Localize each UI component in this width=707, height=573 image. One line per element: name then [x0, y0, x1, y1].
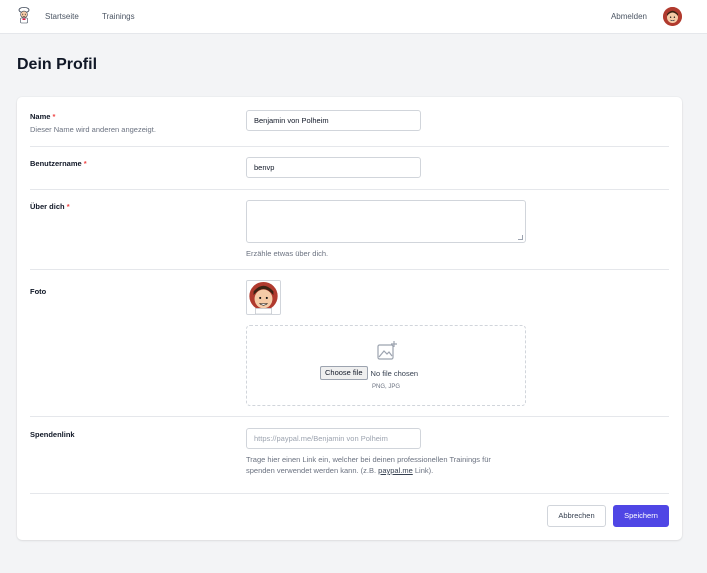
photo-label: Foto [30, 287, 47, 296]
username-label: Benutzername * [30, 159, 87, 168]
chef-mascot-icon[interactable] [17, 7, 31, 25]
choose-file-button[interactable]: Choose file [320, 366, 368, 380]
about-textarea[interactable] [246, 200, 526, 243]
photo-dropzone[interactable]: Choose file No file chosen PNG, JPG [246, 325, 526, 406]
file-input: Choose file No file chosen [320, 366, 418, 380]
row-divider [30, 493, 669, 494]
file-status-text: No file chosen [370, 368, 419, 378]
row-divider [30, 146, 669, 147]
required-marker: * [83, 159, 87, 168]
save-button[interactable]: Speichern [613, 505, 669, 527]
user-avatar-icon[interactable] [663, 7, 682, 26]
nav-link-home[interactable]: Startseite [45, 12, 79, 21]
name-field[interactable]: Benjamin von Polheim [246, 110, 421, 131]
top-navigation-bar: Startseite Trainings Abmelden [0, 0, 707, 34]
about-help-text: Erzähle etwas über dich. [246, 249, 329, 258]
row-divider [30, 416, 669, 417]
file-types-hint: PNG, JPG [371, 384, 400, 390]
name-label: Name * [30, 112, 56, 121]
logout-link[interactable]: Abmelden [611, 12, 647, 21]
required-marker: * [52, 112, 56, 121]
nav-link-trainings[interactable]: Trainings [102, 12, 135, 21]
name-description: Dieser Name wird anderen angezeigt. [30, 125, 156, 134]
donation-help-text: Trage hier einen Link ein, welcher bei d… [246, 455, 491, 475]
username-field[interactable]: benvp [246, 157, 421, 178]
profile-photo-preview [246, 280, 281, 315]
paypal-link[interactable]: paypal.me [378, 466, 413, 475]
required-marker: * [66, 202, 70, 211]
page-title: Dein Profil [17, 56, 98, 73]
profile-form-card: Name * Dieser Name wird anderen angezeig… [17, 97, 682, 540]
donation-link-field[interactable]: https://paypal.me/Benjamin von Polheim [246, 428, 421, 449]
resize-handle-icon[interactable] [518, 235, 523, 240]
row-divider [30, 189, 669, 190]
about-label: Über dich * [30, 202, 70, 211]
image-add-icon [377, 341, 397, 360]
cancel-button[interactable]: Abbrechen [547, 505, 606, 527]
donation-link-label: Spendenlink [30, 430, 75, 439]
row-divider [30, 269, 669, 270]
